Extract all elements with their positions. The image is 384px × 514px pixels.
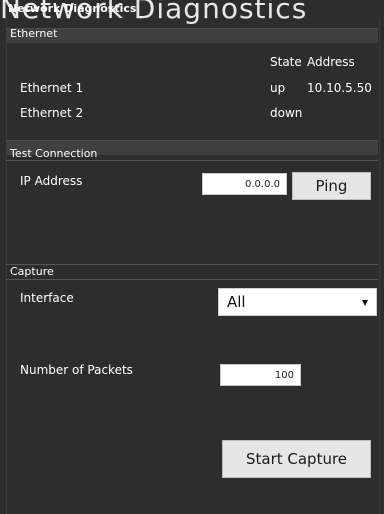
chevron-down-icon (362, 300, 368, 306)
window-title: Network Diagnostics (8, 2, 137, 15)
interface-selected-value: All (227, 293, 246, 311)
ethernet-section-label: Ethernet (10, 27, 58, 40)
interface-name: Ethernet 1 (20, 81, 84, 95)
ping-button[interactable]: Ping (292, 172, 371, 200)
number-of-packets-label: Number of Packets (20, 363, 133, 377)
capture-section-label: Capture (10, 265, 54, 278)
packets-input[interactable] (220, 364, 301, 386)
interface-select[interactable]: All (218, 288, 377, 316)
address-column-header: Address (307, 55, 355, 69)
ip-address-label: IP Address (20, 174, 83, 188)
ip-address-input[interactable] (202, 173, 287, 195)
divider (6, 279, 378, 280)
ethernet-section-band (6, 28, 378, 43)
interface-address: 10.10.5.50 (307, 81, 372, 95)
divider (6, 264, 378, 265)
interface-state: down (270, 106, 303, 120)
interface-label: Interface (20, 291, 74, 305)
test-connection-section-label: Test Connection (10, 147, 98, 160)
interface-state: up (270, 81, 286, 95)
start-capture-button[interactable]: Start Capture (222, 440, 371, 478)
state-column-header: State (270, 55, 302, 69)
divider (6, 160, 378, 161)
interface-name: Ethernet 2 (20, 106, 84, 120)
